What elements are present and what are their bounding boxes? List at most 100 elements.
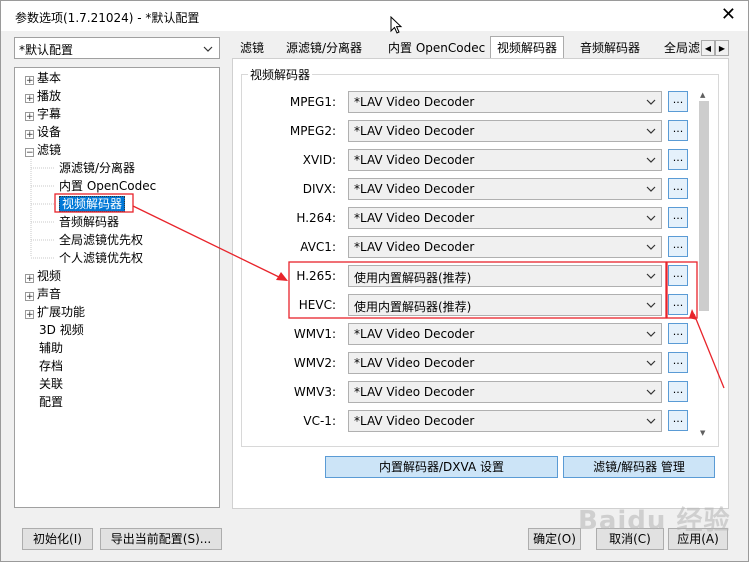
tree-item[interactable]: 视频解码器 bbox=[59, 195, 126, 213]
expand-icon[interactable]: + bbox=[25, 292, 34, 302]
tree-item[interactable]: 全局滤镜优先权 bbox=[59, 231, 143, 249]
tree-item[interactable]: 3D 视频 bbox=[39, 321, 84, 339]
tree-item-label: 视频 bbox=[37, 269, 62, 283]
close-icon[interactable]: ✕ bbox=[721, 5, 736, 25]
tree-item[interactable]: 配置 bbox=[39, 393, 63, 411]
decoder-options-button[interactable]: ... bbox=[668, 381, 688, 402]
decoder-format-label: H.264: bbox=[296, 211, 336, 225]
decoder-select[interactable]: *LAV Video Decoder bbox=[348, 91, 662, 113]
tree-item-label: 个人滤镜优先权 bbox=[59, 251, 144, 265]
decoder-format-label: VC-1: bbox=[303, 414, 336, 428]
tree-item-label: 存档 bbox=[39, 359, 64, 373]
decoder-select[interactable]: *LAV Video Decoder bbox=[348, 236, 662, 258]
decoder-options-button[interactable]: ... bbox=[668, 91, 688, 112]
tree-item-label: 视频解码器 bbox=[59, 196, 126, 212]
decoder-select-value: *LAV Video Decoder bbox=[354, 385, 475, 399]
internal-decoder-dxva-settings-button[interactable]: 内置解码器/DXVA 设置 bbox=[325, 456, 558, 478]
tree-item[interactable]: + 播放 bbox=[25, 87, 61, 105]
profile-dropdown[interactable]: *默认配置 bbox=[14, 37, 220, 59]
tab-scroll-left-button[interactable]: ◀ bbox=[701, 40, 715, 56]
filter-decoder-manage-button[interactable]: 滤镜/解码器 管理 bbox=[563, 456, 715, 478]
decoder-select-value: *LAV Video Decoder bbox=[354, 211, 475, 225]
decoder-format-label: AVC1: bbox=[300, 240, 336, 254]
window-title: 参数选项(1.7.21024) - *默认配置 bbox=[15, 11, 200, 25]
chevron-down-icon bbox=[646, 157, 656, 163]
expand-icon[interactable]: + bbox=[25, 130, 34, 140]
tree-item-label: 播放 bbox=[37, 89, 62, 103]
tree-item-label: 配置 bbox=[39, 395, 64, 409]
tab-scroll-right-button[interactable]: ▶ bbox=[715, 40, 729, 56]
collapse-icon[interactable]: − bbox=[25, 148, 34, 158]
scroll-down-icon[interactable]: ▼ bbox=[700, 429, 705, 437]
decoder-select[interactable]: *LAV Video Decoder bbox=[348, 381, 662, 403]
decoder-options-button[interactable]: ... bbox=[668, 410, 688, 431]
initialize-button[interactable]: 初始化(I) bbox=[22, 528, 93, 550]
decoder-select-value: *LAV Video Decoder bbox=[354, 153, 475, 167]
tree-item[interactable]: + 视频 bbox=[25, 267, 61, 285]
expand-icon[interactable]: + bbox=[25, 94, 34, 104]
tree-item[interactable]: 源滤镜/分离器 bbox=[59, 159, 135, 177]
decoder-options-button[interactable]: ... bbox=[668, 120, 688, 141]
decoder-select[interactable]: *LAV Video Decoder bbox=[348, 149, 662, 171]
decoder-options-button[interactable]: ... bbox=[668, 178, 688, 199]
decoder-options-button[interactable]: ... bbox=[668, 352, 688, 373]
settings-tree[interactable]: + 基本 + 播放 + 字幕 + 设备 − 滤镜 源滤镜/分离器 内置 OpenCodec 视频解码器音… bbox=[14, 67, 220, 508]
tree-item[interactable]: 辅助 bbox=[39, 339, 63, 357]
expand-icon[interactable]: + bbox=[25, 274, 34, 284]
decoder-select[interactable]: *LAV Video Decoder bbox=[348, 207, 662, 229]
tab[interactable]: 音频解码器 bbox=[574, 37, 646, 59]
decoder-select[interactable]: *LAV Video Decoder bbox=[348, 410, 662, 432]
scroll-thumb[interactable] bbox=[699, 101, 709, 311]
decoder-select[interactable]: 使用内置解码器(推荐) bbox=[348, 265, 662, 287]
mouse-cursor-icon bbox=[390, 16, 403, 34]
tree-item-label: 音频解码器 bbox=[59, 215, 120, 229]
decoder-select[interactable]: *LAV Video Decoder bbox=[348, 323, 662, 345]
tree-item[interactable]: + 基本 bbox=[25, 69, 61, 87]
decoder-format-label: XVID: bbox=[302, 153, 336, 167]
expand-icon[interactable]: + bbox=[25, 112, 34, 122]
scroll-up-icon[interactable]: ▲ bbox=[700, 91, 705, 99]
tab[interactable]: 视频解码器 bbox=[490, 36, 565, 60]
decoder-options-button[interactable]: ... bbox=[668, 265, 688, 286]
tree-item[interactable]: 内置 OpenCodec bbox=[59, 177, 156, 195]
tab[interactable]: 源滤镜/分离器 bbox=[280, 37, 368, 59]
tree-item-label: 扩展功能 bbox=[37, 305, 86, 319]
tree-item[interactable]: + 声音 bbox=[25, 285, 61, 303]
decoder-options-button[interactable]: ... bbox=[668, 207, 688, 228]
tree-item[interactable]: 音频解码器 bbox=[59, 213, 119, 231]
decoder-options-button[interactable]: ... bbox=[668, 149, 688, 170]
decoder-select[interactable]: 使用内置解码器(推荐) bbox=[348, 294, 662, 316]
tree-item[interactable]: 关联 bbox=[39, 375, 63, 393]
chevron-down-icon bbox=[646, 244, 656, 250]
expand-icon[interactable]: + bbox=[25, 310, 34, 320]
decoder-select-value: *LAV Video Decoder bbox=[354, 95, 475, 109]
tree-item-label: 全局滤镜优先权 bbox=[59, 233, 144, 247]
decoder-options-button[interactable]: ... bbox=[668, 323, 688, 344]
expand-icon[interactable]: + bbox=[25, 76, 34, 86]
tree-item[interactable]: 存档 bbox=[39, 357, 63, 375]
chevron-down-icon bbox=[646, 273, 656, 279]
ok-button[interactable]: 确定(O) bbox=[528, 528, 581, 550]
tree-item[interactable]: + 设备 bbox=[25, 123, 61, 141]
tab[interactable]: 滤镜 bbox=[234, 37, 270, 59]
chevron-down-icon bbox=[646, 186, 656, 192]
tab[interactable]: 内置 OpenCodec bbox=[382, 37, 491, 59]
tab[interactable]: 全局滤 bbox=[658, 37, 706, 59]
tree-item[interactable]: 个人滤镜优先权 bbox=[59, 249, 143, 267]
decoder-select[interactable]: *LAV Video Decoder bbox=[348, 120, 662, 142]
tab-strip: 滤镜 源滤镜/分离器 内置 OpenCodec 视频解码器 音频解码器 全局滤 bbox=[232, 36, 718, 60]
export-config-button[interactable]: 导出当前配置(S)... bbox=[100, 528, 222, 550]
decoder-select[interactable]: *LAV Video Decoder bbox=[348, 178, 662, 200]
tree-item[interactable]: + 字幕 bbox=[25, 105, 61, 123]
chevron-down-icon bbox=[646, 331, 656, 337]
tree-item-label: 3D 视频 bbox=[39, 323, 84, 337]
tree-item[interactable]: − 滤镜 bbox=[25, 141, 61, 159]
decoder-format-label: WMV2: bbox=[293, 356, 336, 370]
chevron-down-icon bbox=[646, 360, 656, 366]
decoder-format-label: HEVC: bbox=[298, 298, 336, 312]
decoder-options-button[interactable]: ... bbox=[668, 294, 688, 315]
decoder-select[interactable]: *LAV Video Decoder bbox=[348, 352, 662, 374]
tree-item[interactable]: + 扩展功能 bbox=[25, 303, 85, 321]
decoder-options-button[interactable]: ... bbox=[668, 236, 688, 257]
decoder-list-scrollbar[interactable]: ▲ ▼ bbox=[697, 89, 711, 441]
